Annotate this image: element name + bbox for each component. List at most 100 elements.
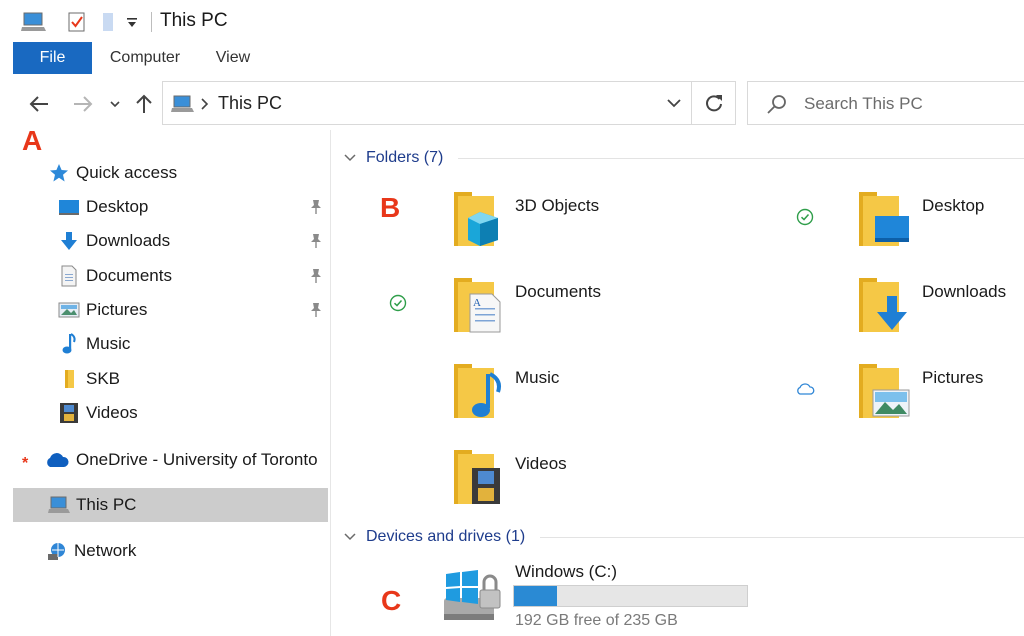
computer-icon: [20, 8, 48, 36]
sidebar-item-label: Quick access: [76, 163, 178, 182]
folder-label-pictures[interactable]: Pictures: [922, 368, 983, 388]
windows-drive-icon[interactable]: [440, 562, 506, 628]
folder-label-3d-objects[interactable]: 3D Objects: [515, 196, 599, 216]
chevron-down-icon: [110, 101, 120, 108]
sidebar-item-desktop[interactable]: Desktop: [58, 191, 148, 223]
chevron-right-icon: [201, 98, 209, 110]
folder-label-videos[interactable]: Videos: [515, 454, 567, 474]
sidebar-item-videos[interactable]: Videos: [58, 397, 138, 429]
tab-file[interactable]: File: [13, 42, 92, 74]
sidebar-item-label: Pictures: [86, 300, 148, 319]
folder-label-documents[interactable]: Documents: [515, 282, 601, 302]
sidebar-item-label: Downloads: [86, 231, 171, 250]
desktop-folder-icon[interactable]: [855, 188, 911, 250]
sidebar-item-label: Network: [74, 541, 137, 560]
drive-usage-fill: [514, 586, 557, 606]
sidebar-item-network[interactable]: Network: [46, 535, 136, 567]
music-note-icon: [58, 333, 80, 355]
sidebar-item-this-pc[interactable]: This PC: [13, 488, 328, 522]
drive-label[interactable]: Windows (C:): [515, 562, 617, 582]
sidebar-item-label: Music: [86, 334, 131, 353]
desktop-icon: [58, 196, 80, 218]
recent-locations-button[interactable]: [106, 90, 124, 118]
sync-check-icon: [388, 293, 408, 313]
music-folder-icon[interactable]: [448, 360, 504, 422]
document-icon: [58, 265, 80, 287]
sidebar-item-skb[interactable]: SKB: [58, 363, 120, 395]
sidebar-item-pictures[interactable]: Pictures: [58, 294, 147, 326]
group-header-folders[interactable]: Folders (7): [344, 147, 443, 169]
search-icon: [767, 95, 786, 114]
address-dropdown-button[interactable]: [657, 82, 691, 124]
back-arrow-icon: [29, 96, 48, 112]
pane-divider: [330, 130, 331, 636]
cloud-status-icon: [795, 379, 815, 399]
forward-button[interactable]: [68, 90, 98, 118]
address-divider: [691, 82, 692, 124]
film-icon: [58, 402, 80, 424]
folder-icon: [58, 368, 80, 390]
svg-text:A: A: [473, 297, 481, 309]
cloud-icon: [44, 449, 70, 471]
sidebar-item-label: Desktop: [86, 197, 149, 216]
new-folder-icon[interactable]: [100, 8, 116, 36]
folder-label-downloads[interactable]: Downloads: [922, 282, 1006, 302]
address-path[interactable]: This PC: [218, 93, 282, 114]
group-header-devices[interactable]: Devices and drives (1): [344, 526, 525, 548]
computer-icon: [171, 95, 194, 112]
chevron-down-icon: [344, 533, 358, 541]
folder-label-desktop[interactable]: Desktop: [922, 196, 984, 216]
sync-check-icon: [795, 207, 815, 227]
computer-icon: [48, 494, 70, 516]
properties-icon[interactable]: [66, 8, 88, 36]
network-icon: [46, 540, 68, 562]
annotation-star: *: [22, 455, 29, 472]
annotation-b: B: [380, 192, 401, 223]
pictures-folder-icon[interactable]: [855, 360, 911, 422]
chevron-down-icon: [344, 154, 358, 162]
search-box[interactable]: [747, 81, 1024, 125]
pin-icon[interactable]: [307, 198, 325, 216]
tab-view[interactable]: View: [200, 42, 266, 74]
videos-folder-icon[interactable]: [448, 446, 504, 508]
up-button[interactable]: [132, 90, 156, 118]
group-divider: [540, 537, 1024, 538]
documents-folder-icon[interactable]: A: [448, 274, 504, 336]
star-icon: [48, 162, 70, 184]
search-input[interactable]: [804, 92, 1019, 116]
tab-computer[interactable]: Computer: [100, 42, 190, 74]
downloads-folder-icon[interactable]: [855, 274, 911, 336]
sidebar-item-music[interactable]: Music: [58, 328, 130, 360]
group-divider: [458, 158, 1024, 159]
pin-icon[interactable]: [307, 301, 325, 319]
3d-objects-folder-icon[interactable]: [448, 188, 504, 250]
title-bar: This PC: [0, 0, 1024, 42]
window-title: This PC: [160, 10, 228, 31]
annotation-c: C: [381, 585, 402, 616]
sidebar-item-label: Documents: [86, 266, 172, 285]
chevron-down-icon: [667, 99, 681, 108]
customize-toolbar-icon[interactable]: [124, 8, 140, 36]
picture-icon: [58, 299, 80, 321]
sidebar-item-label: This PC: [76, 495, 137, 514]
drive-free-space: 192 GB free of 235 GB: [515, 612, 678, 629]
sidebar-item-downloads[interactable]: Downloads: [58, 225, 170, 257]
folder-label-music[interactable]: Music: [515, 368, 559, 388]
sidebar-item-label: Videos: [86, 403, 138, 422]
sidebar-item-label: SKB: [86, 369, 121, 388]
up-arrow-icon: [136, 94, 152, 113]
pin-icon[interactable]: [307, 267, 325, 285]
drive-usage-bar: [513, 585, 748, 607]
sidebar-item-onedrive[interactable]: OneDrive - University of Toronto: [44, 444, 318, 476]
address-bar[interactable]: This PC: [162, 81, 736, 125]
sidebar-item-label: OneDrive - University of Toronto: [76, 450, 318, 469]
refresh-button[interactable]: [693, 82, 735, 124]
pin-icon[interactable]: [307, 232, 325, 250]
title-separator: [151, 12, 152, 32]
back-button[interactable]: [24, 90, 54, 118]
forward-arrow-icon: [74, 96, 93, 112]
sidebar-item-documents[interactable]: Documents: [58, 260, 172, 292]
annotation-a: A: [22, 125, 43, 156]
sidebar-item-quick-access[interactable]: Quick access: [48, 157, 177, 189]
download-arrow-icon: [58, 230, 80, 252]
